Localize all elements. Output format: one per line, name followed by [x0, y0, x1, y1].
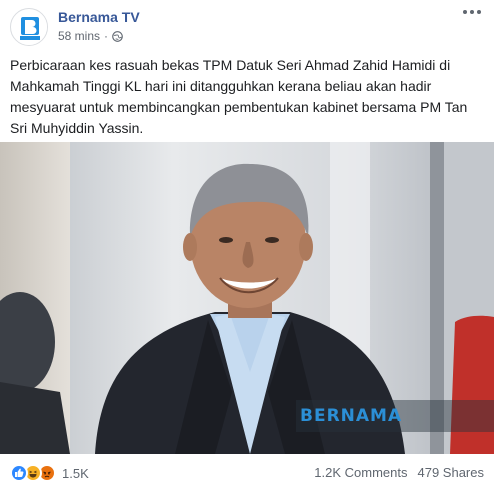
post-meta: 58 mins ·: [58, 29, 123, 43]
post-message: Perbicaraan kes rasuah bekas TPM Datuk S…: [10, 57, 468, 136]
shares-count-link[interactable]: 479 Shares: [418, 465, 485, 480]
watermark-text: BERNAMA: [300, 406, 403, 426]
post-footer: 1.5K 1.2K Comments 479 Shares: [0, 454, 494, 490]
page-name-link[interactable]: Bernama TV: [58, 9, 140, 25]
meta-separator: ·: [104, 29, 109, 43]
reaction-summary[interactable]: 1.5K: [10, 464, 89, 482]
facebook-post: Bernama TV 58 mins · Perbicaraan kes ras…: [0, 0, 494, 490]
comments-count-link[interactable]: 1.2K Comments: [314, 465, 407, 480]
globe-icon[interactable]: [112, 30, 123, 42]
reaction-count[interactable]: 1.5K: [62, 466, 89, 481]
post-header: Bernama TV 58 mins ·: [0, 0, 494, 50]
post-photo[interactable]: BERNAMA: [0, 142, 494, 454]
photo-watermark: BERNAMA: [296, 400, 494, 432]
engagement-stats: 1.2K Comments 479 Shares: [314, 465, 484, 480]
page-avatar[interactable]: [10, 8, 48, 46]
like-icon: [10, 464, 28, 482]
ellipsis-icon[interactable]: [460, 6, 484, 24]
bernama-tv-logo-icon: [12, 10, 47, 45]
post-timestamp[interactable]: 58 mins: [58, 29, 100, 43]
